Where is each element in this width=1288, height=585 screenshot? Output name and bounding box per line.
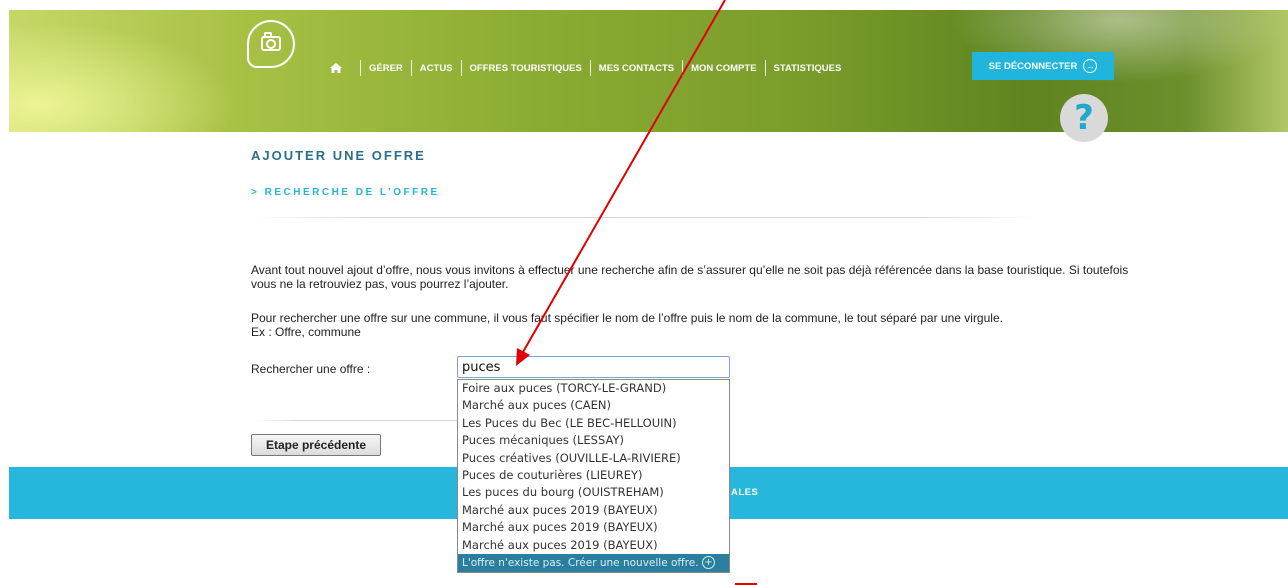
main-nav: GÉRER ACTUS OFFRES TOURISTIQUES MES CONT… <box>330 60 841 76</box>
autocomplete-dropdown: Foire aux puces (TORCY-LE-GRAND) Marché … <box>457 379 730 573</box>
nav-item-mon-compte[interactable]: MON COMPTE <box>691 63 756 74</box>
nav-item-gerer[interactable]: GÉRER <box>369 63 403 74</box>
nav-item-offres-touristiques[interactable]: OFFRES TOURISTIQUES <box>470 63 582 74</box>
previous-step-button[interactable]: Etape précédente <box>251 434 381 456</box>
nav-separator <box>460 60 462 76</box>
nav-item-mes-contacts[interactable]: MES CONTACTS <box>599 63 674 74</box>
suggestion-item[interactable]: Puces de couturières (LIEUREY) <box>458 467 729 484</box>
create-offer-option[interactable]: L'offre n'existe pas. Créer une nouvelle… <box>458 553 729 572</box>
suggestion-item[interactable]: Les puces du bourg (OUISTREHAM) <box>458 484 729 501</box>
logout-label: SE DÉCONNECTER <box>988 60 1078 72</box>
logout-button[interactable]: SE DÉCONNECTER → <box>972 52 1114 80</box>
help-icon[interactable]: ? <box>1060 94 1108 142</box>
search-label: Rechercher une offre : <box>251 362 371 376</box>
create-offer-label: L'offre n'existe pas. Créer une nouvelle… <box>462 556 699 569</box>
nav-separator <box>682 60 684 76</box>
nav-separator <box>589 60 591 76</box>
suggestion-item[interactable]: Puces créatives (OUVILLE-LA-RIVIERE) <box>458 450 729 467</box>
plus-circle-icon: + <box>702 555 715 569</box>
suggestion-item[interactable]: Les Puces du Bec (LE BEC-HELLOUIN) <box>458 415 729 432</box>
suggestion-item[interactable]: Marché aux puces (CAEN) <box>458 397 729 414</box>
example-text: Ex : Offre, commune <box>251 325 361 339</box>
page-title: AJOUTER UNE OFFRE <box>251 148 426 163</box>
nav-separator <box>410 60 412 76</box>
home-icon[interactable] <box>330 63 342 73</box>
arrow-right-circle-icon: → <box>1083 59 1098 73</box>
suggestion-item[interactable]: Marché aux puces 2019 (BAYEUX) <box>458 519 729 536</box>
nav-item-actus[interactable]: ACTUS <box>420 63 453 74</box>
divider <box>251 217 1041 218</box>
suggestion-item[interactable]: Puces mécaniques (LESSAY) <box>458 432 729 449</box>
section-subtitle: > RECHERCHE DE L’OFFRE <box>251 187 440 198</box>
camera-logo-icon[interactable] <box>247 20 295 68</box>
nav-item-statistiques[interactable]: STATISTIQUES <box>774 63 842 74</box>
suggestion-item[interactable]: Marché aux puces 2019 (BAYEUX) <box>458 537 729 554</box>
search-input[interactable] <box>457 356 730 378</box>
footer-link[interactable]: ALES <box>731 487 758 498</box>
nav-separator <box>360 60 361 76</box>
intro-paragraph: Avant tout nouvel ajout d’offre, nous vo… <box>251 263 1129 291</box>
suggestion-item[interactable]: Foire aux puces (TORCY-LE-GRAND) <box>458 380 729 397</box>
nav-separator <box>764 60 766 76</box>
top-strip <box>0 0 1288 10</box>
instructions-paragraph: Pour rechercher une offre sur une commun… <box>251 311 1003 325</box>
suggestion-item[interactable]: Marché aux puces 2019 (BAYEUX) <box>458 502 729 519</box>
